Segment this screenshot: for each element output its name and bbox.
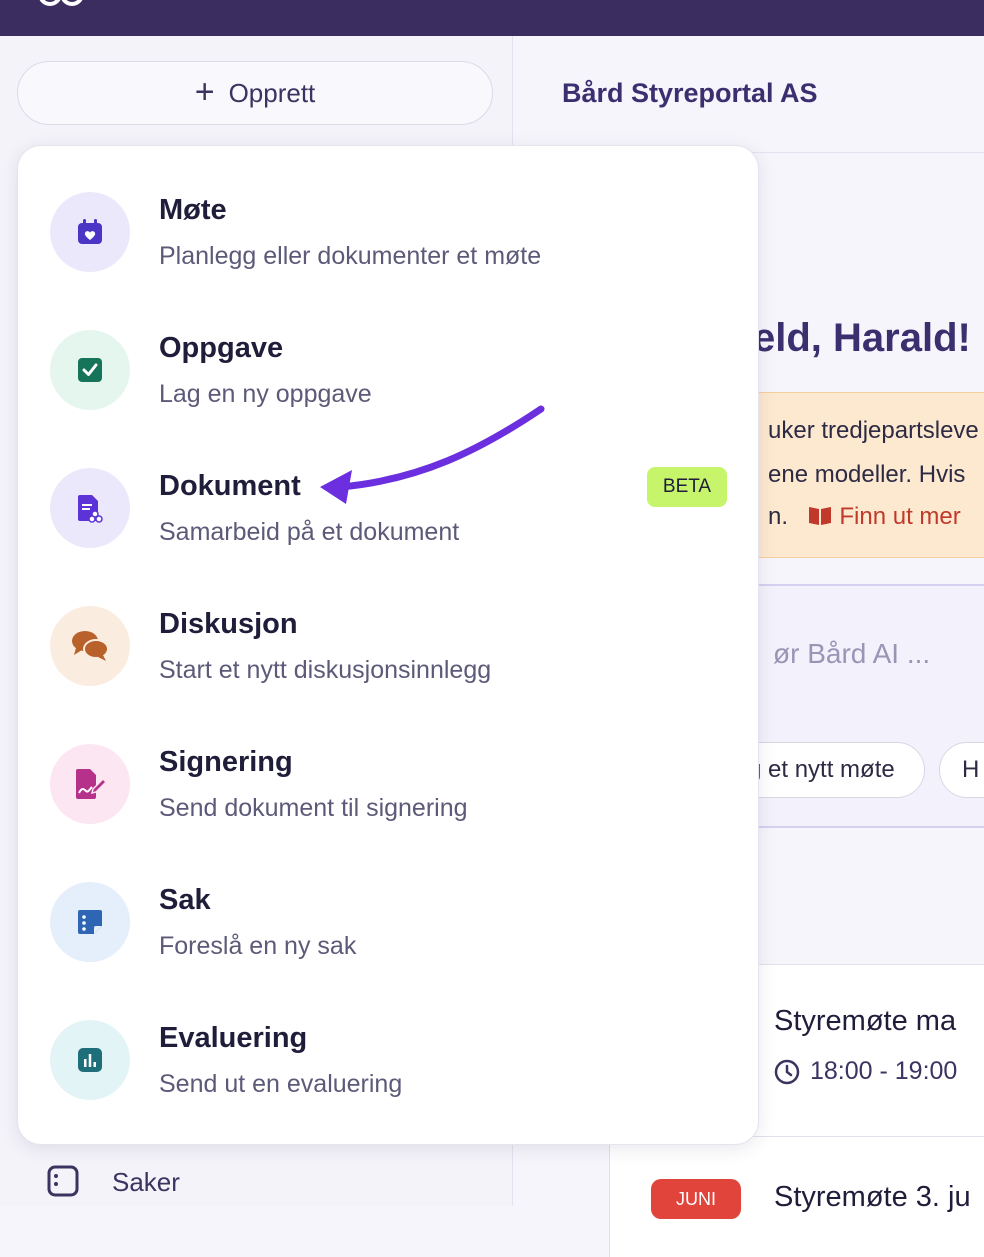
menu-item-description: Lag en ny oppgave: [159, 380, 372, 408]
note-icon: [47, 1165, 79, 1197]
menu-item-description: Samarbeid på et dokument: [159, 518, 460, 546]
learn-more-label: Finn ut mer: [839, 503, 961, 530]
menu-item-title: Signering: [159, 746, 293, 778]
chat-bubbles-icon: [50, 606, 130, 686]
ai-prompt-card: ør Bård AI ... g et nytt møte H: [725, 584, 984, 828]
menu-item-title: Diskusjon: [159, 608, 298, 640]
greeting-heading: eld, Harald!: [753, 316, 971, 360]
event-title: Styremøte 3. ju: [774, 1181, 971, 1213]
signature-icon: [50, 744, 130, 824]
bar-chart-icon: [50, 1020, 130, 1100]
plus-icon: +: [194, 72, 215, 111]
notice-text-line: ene modeller. Hvis: [768, 461, 966, 488]
menu-item-sak[interactable]: Sak Foreslå en ny sak: [18, 836, 758, 974]
sidebar-item-saker[interactable]: Saker: [46, 1164, 180, 1200]
note-icon: [50, 882, 130, 962]
beta-badge: BETA: [647, 467, 727, 507]
notice-text-line: n. Finn ut mer: [768, 503, 961, 531]
clock-icon: [774, 1059, 800, 1084]
main-header: Bård Styreportal AS: [513, 36, 984, 153]
menu-item-title: Møte: [159, 194, 227, 226]
menu-item-description: Send ut en evaluering: [159, 1070, 403, 1098]
event-card[interactable]: JUNI Styremøte 3. ju: [609, 1136, 984, 1257]
notice-banner: uker tredjepartsleve ene modeller. Hvis …: [745, 392, 984, 558]
suggestion-chip[interactable]: H: [939, 742, 984, 798]
checkbox-icon: [50, 330, 130, 410]
month-badge: JUNI: [651, 1179, 741, 1219]
create-button-label: Opprett: [228, 77, 316, 108]
menu-item-evaluering[interactable]: Evaluering Send ut en evaluering: [18, 974, 758, 1112]
event-time-label: 18:00 - 19:00: [810, 1057, 958, 1085]
notice-text-line: uker tredjepartsleve: [768, 417, 979, 444]
calendar-heart-icon: [50, 192, 130, 272]
top-bar: [0, 0, 984, 36]
menu-item-signering[interactable]: Signering Send dokument til signering: [18, 698, 758, 836]
menu-item-title: Evaluering: [159, 1022, 308, 1054]
sidebar-item-label: Saker: [112, 1166, 180, 1197]
menu-item-title: Dokument: [159, 470, 301, 502]
notice-text-end: n.: [768, 503, 789, 530]
menu-item-diskusjon[interactable]: Diskusjon Start et nytt diskusjonsinnleg…: [18, 560, 758, 698]
menu-item-description: Start et nytt diskusjonsinnlegg: [159, 656, 492, 684]
org-name[interactable]: Bård Styreportal AS: [562, 78, 818, 109]
learn-more-link[interactable]: Finn ut mer: [807, 503, 961, 530]
menu-item-oppgave[interactable]: Oppgave Lag en ny oppgave: [18, 284, 758, 422]
ai-prompt-input[interactable]: ør Bård AI ...: [773, 638, 930, 670]
event-time: 18:00 - 19:00: [774, 1057, 957, 1086]
logo-icon[interactable]: [38, 0, 86, 6]
create-menu: Møte Planlegg eller dokumenter et møte O…: [17, 145, 759, 1145]
book-icon: [808, 507, 831, 525]
menu-item-title: Sak: [159, 884, 211, 916]
menu-item-description: Planlegg eller dokumenter et møte: [159, 242, 542, 270]
menu-item-description: Foreslå en ny sak: [159, 932, 357, 960]
event-title: Styremøte ma: [774, 1005, 957, 1037]
document-icon: [50, 468, 130, 548]
create-button[interactable]: + Opprett: [17, 61, 493, 125]
menu-item-mote[interactable]: Møte Planlegg eller dokumenter et møte: [18, 146, 758, 284]
menu-item-title: Oppgave: [159, 332, 284, 364]
menu-item-description: Send dokument til signering: [159, 794, 468, 822]
